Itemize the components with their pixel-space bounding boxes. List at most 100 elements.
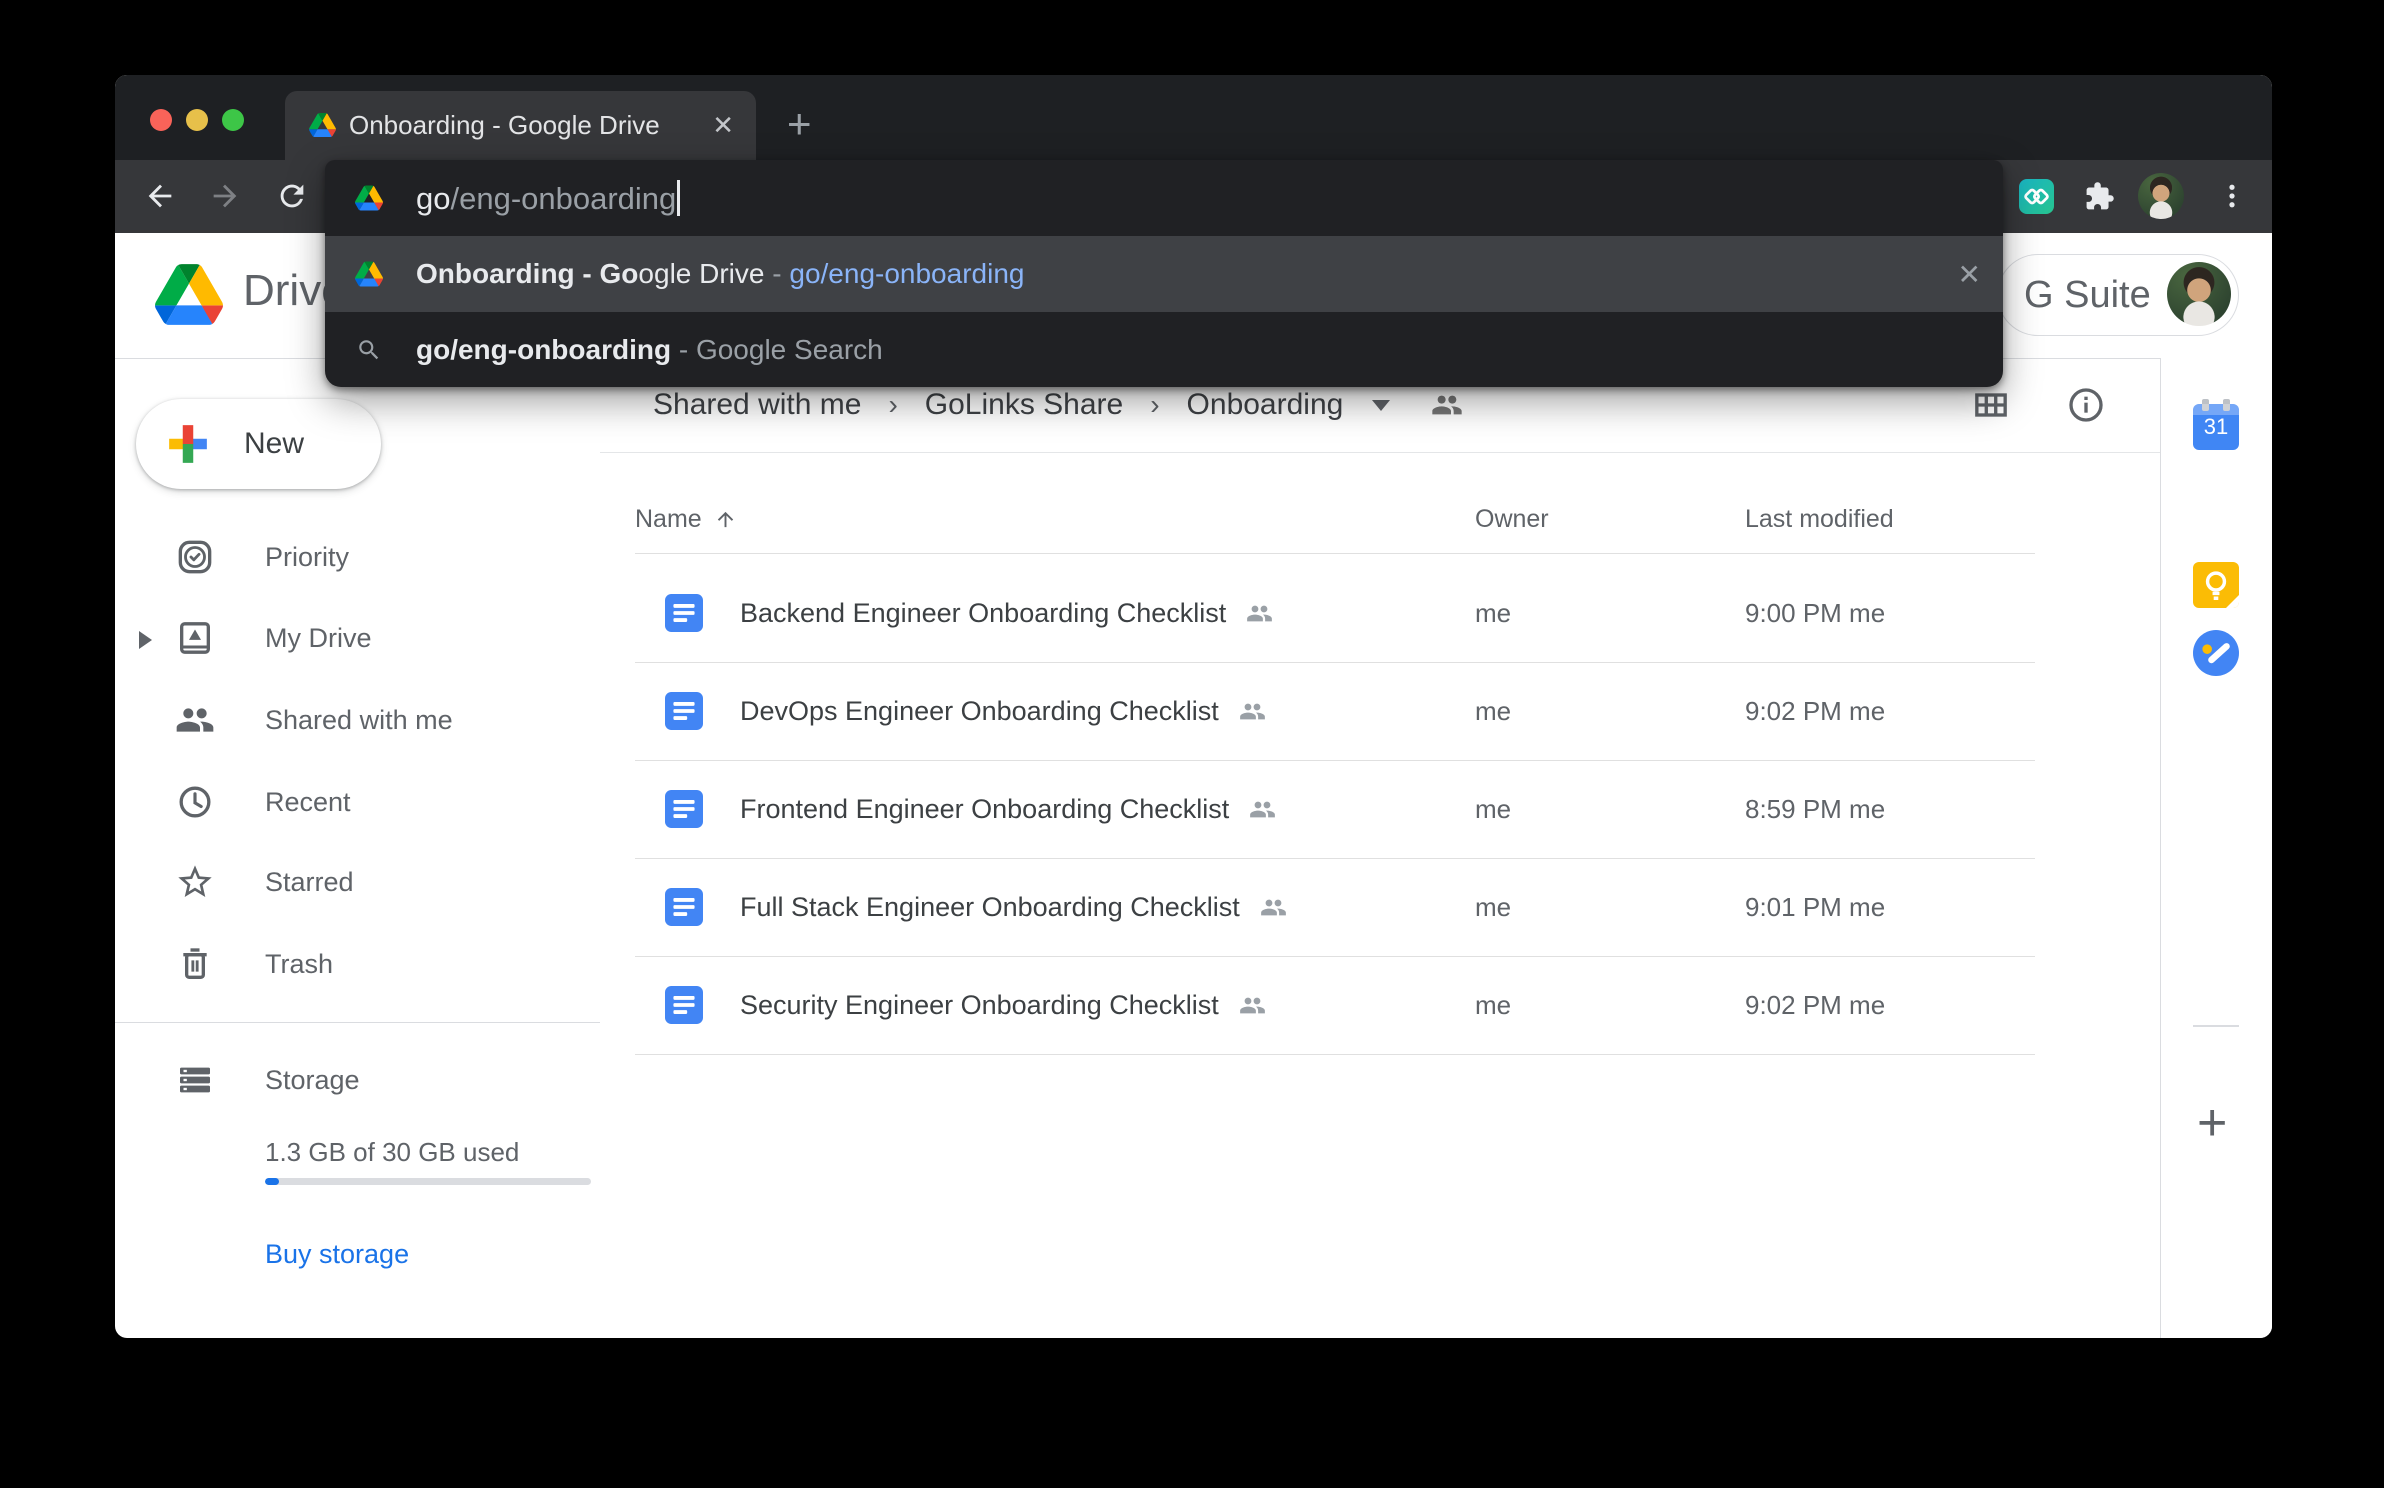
new-button[interactable]: New <box>136 399 381 489</box>
suggestion-text: Onboarding - Google Drive - go/eng-onboa… <box>416 258 1024 290</box>
column-header-name[interactable]: Name <box>635 505 737 534</box>
rail-divider <box>2193 1025 2239 1027</box>
calendar-icon[interactable]: 31 <box>2193 404 2239 450</box>
sidebar-item-label: My Drive <box>265 623 372 654</box>
sidebar-item-starred[interactable]: Starred <box>115 847 600 917</box>
sidebar-item-my-drive[interactable]: My Drive <box>115 603 600 673</box>
file-name[interactable]: Full Stack Engineer Onboarding Checklist <box>740 892 1240 923</box>
breadcrumb-golinks-share[interactable]: GoLinks Share <box>925 388 1123 422</box>
suggestion-google-search[interactable]: go/eng-onboarding - Google Search <box>325 312 2003 387</box>
sidebar-item-label: Shared with me <box>265 705 453 736</box>
minimize-window-button[interactable] <box>186 109 208 131</box>
file-row[interactable]: Backend Engineer Onboarding Checklist me… <box>635 565 2035 663</box>
forward-button[interactable] <box>206 177 244 215</box>
zoom-window-button[interactable] <box>222 109 244 131</box>
sidebar-item-label: Starred <box>265 867 354 898</box>
column-header-modified[interactable]: Last modified <box>1745 505 1894 534</box>
search-icon <box>355 337 383 363</box>
url-input[interactable]: go/eng-onboarding <box>416 180 680 217</box>
file-row[interactable]: DevOps Engineer Onboarding Checklist me … <box>635 663 2035 761</box>
sidebar-item-storage[interactable]: Storage <box>115 1045 600 1115</box>
file-last-modified: 8:59 PM me <box>1745 761 1885 858</box>
file-name[interactable]: Security Engineer Onboarding Checklist <box>740 990 1219 1021</box>
breadcrumb-onboarding[interactable]: Onboarding <box>1187 388 1344 422</box>
url-input-row[interactable]: go/eng-onboarding <box>325 160 2003 236</box>
sidebar-item-trash[interactable]: Trash <box>115 929 600 999</box>
reload-button[interactable] <box>273 177 311 215</box>
remove-suggestion-icon[interactable]: ✕ <box>1958 236 1981 312</box>
sidebar-item-label: Trash <box>265 949 333 980</box>
browser-tab[interactable]: Onboarding - Google Drive ✕ <box>285 91 756 160</box>
breadcrumb-separator-icon: › <box>888 389 897 421</box>
account-avatar[interactable] <box>2167 262 2231 326</box>
file-owner: me <box>1475 565 1511 662</box>
file-name[interactable]: Backend Engineer Onboarding Checklist <box>740 598 1226 629</box>
file-row[interactable]: Full Stack Engineer Onboarding Checklist… <box>635 859 2035 957</box>
file-last-modified: 9:02 PM me <box>1745 663 1885 760</box>
suggestion-text: go/eng-onboarding - Google Search <box>416 334 883 366</box>
storage-usage-text: 1.3 GB of 30 GB used <box>265 1137 519 1168</box>
browser-menu-icon[interactable] <box>2217 181 2247 211</box>
file-table-header: Name Owner Last modified <box>635 493 2035 554</box>
reload-icon <box>275 179 309 213</box>
google-doc-icon <box>665 986 703 1024</box>
drive-favicon <box>309 113 336 137</box>
browser-profile-avatar[interactable] <box>2138 173 2184 219</box>
tab-bar: Onboarding - Google Drive ✕ + <box>115 75 2272 160</box>
breadcrumb-shared-with-me[interactable]: Shared with me <box>653 388 861 422</box>
expand-caret-icon[interactable] <box>139 631 152 649</box>
file-shared-icon <box>1260 894 1287 921</box>
file-shared-icon <box>1239 698 1266 725</box>
companion-rail: 31 + <box>2160 358 2272 1338</box>
file-owner: me <box>1475 957 1511 1054</box>
keep-icon[interactable] <box>2193 562 2239 608</box>
sidebar-item-label: Priority <box>265 542 349 573</box>
sidebar-divider <box>115 1022 600 1023</box>
back-button[interactable] <box>141 177 179 215</box>
file-shared-icon <box>1246 600 1273 627</box>
column-header-owner[interactable]: Owner <box>1475 505 1549 534</box>
starred-icon <box>175 862 215 902</box>
text-cursor <box>677 180 680 216</box>
add-addon-button[interactable]: + <box>2197 1093 2227 1153</box>
tasks-icon[interactable] <box>2193 630 2239 676</box>
sidebar-item-recent[interactable]: Recent <box>115 767 600 837</box>
desktop-background: { "browser": { "tab_title": "Onboarding … <box>0 0 2384 1488</box>
sidebar-item-label: Storage <box>265 1065 360 1096</box>
sidebar-item-priority[interactable]: Priority <box>115 522 600 592</box>
drive-favicon <box>355 185 383 211</box>
google-doc-icon <box>665 594 703 632</box>
suggestion-drive-result[interactable]: Onboarding - Google Drive - go/eng-onboa… <box>325 236 2003 312</box>
folder-shared-icon <box>1431 389 1463 421</box>
file-row[interactable]: Frontend Engineer Onboarding Checklist m… <box>635 761 2035 859</box>
file-shared-icon <box>1249 796 1276 823</box>
file-row[interactable]: Security Engineer Onboarding Checklist m… <box>635 957 2035 1055</box>
new-tab-button[interactable]: + <box>787 103 812 145</box>
buy-storage-link[interactable]: Buy storage <box>265 1239 409 1270</box>
tab-close-icon[interactable]: ✕ <box>712 91 734 160</box>
sidebar-item-label: Recent <box>265 787 351 818</box>
multicolor-plus-icon <box>166 422 210 466</box>
my-drive-icon <box>175 618 215 658</box>
google-doc-icon <box>665 888 703 926</box>
folder-menu-caret-icon[interactable] <box>1372 400 1390 411</box>
trash-icon <box>175 944 215 984</box>
browser-window: Onboarding - Google Drive ✕ + <box>115 75 2272 1338</box>
file-name[interactable]: DevOps Engineer Onboarding Checklist <box>740 696 1219 727</box>
sort-ascending-icon <box>714 508 737 531</box>
gsuite-badge[interactable]: G Suite <box>1997 254 2239 336</box>
storage-progress-fill <box>265 1178 279 1185</box>
sidebar-item-shared-with-me[interactable]: Shared with me <box>115 685 600 755</box>
file-last-modified: 9:00 PM me <box>1745 565 1885 662</box>
file-last-modified: 9:01 PM me <box>1745 859 1885 956</box>
close-window-button[interactable] <box>150 109 172 131</box>
golinks-extension-icon[interactable] <box>2019 179 2054 214</box>
info-icon[interactable] <box>2066 385 2106 425</box>
grid-view-icon[interactable] <box>1971 385 2011 425</box>
file-name[interactable]: Frontend Engineer Onboarding Checklist <box>740 794 1229 825</box>
storage-icon <box>175 1060 215 1100</box>
extensions-puzzle-icon[interactable] <box>2084 181 2115 212</box>
forward-icon <box>208 179 242 213</box>
file-owner: me <box>1475 859 1511 956</box>
google-doc-icon <box>665 692 703 730</box>
